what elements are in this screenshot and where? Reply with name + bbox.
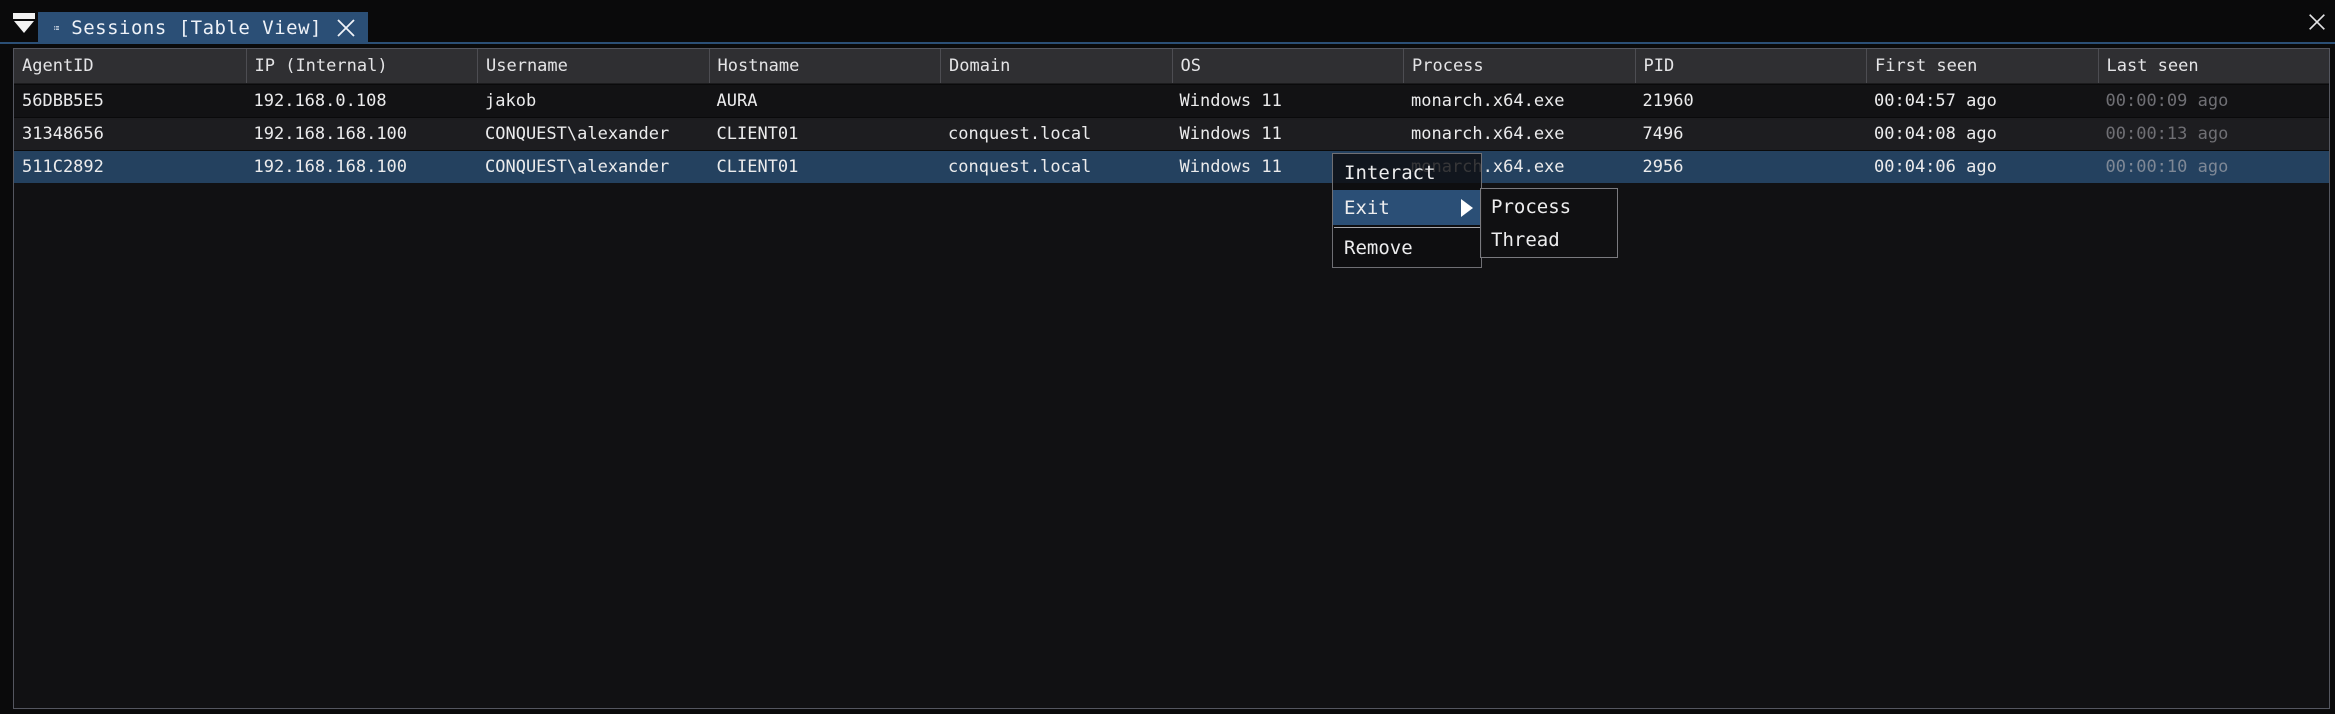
cell-pid: 2956 — [1635, 151, 1867, 183]
cell-agentid: 511C2892 — [14, 151, 246, 183]
exit-submenu: Process Thread — [1480, 188, 1618, 258]
column-header-pid[interactable]: PID — [1635, 49, 1867, 83]
cell-process: monarch.x64.exe — [1403, 85, 1635, 117]
cell-ip: 192.168.0.108 — [246, 85, 478, 117]
tab-sessions-table-view[interactable]: Sessions [Table View] — [38, 12, 368, 44]
cell-agentid: 56DBB5E5 — [14, 85, 246, 117]
cell-first-seen: 00:04:57 ago — [1866, 85, 2098, 117]
cell-os: Windows 11 — [1172, 118, 1404, 150]
menu-item-remove[interactable]: Remove — [1333, 230, 1481, 265]
context-menu: Interact Exit Remove — [1332, 153, 1482, 268]
menu-item-interact[interactable]: Interact — [1333, 155, 1481, 190]
cell-ip: 192.168.168.100 — [246, 151, 478, 183]
cell-hostname: CLIENT01 — [709, 151, 941, 183]
cell-domain — [940, 85, 1172, 117]
cell-username: CONQUEST\alexander — [477, 118, 709, 150]
column-header-os[interactable]: OS — [1172, 49, 1404, 83]
cell-ip: 192.168.168.100 — [246, 118, 478, 150]
window-close-icon[interactable] — [2306, 11, 2328, 33]
cell-last-seen: 00:00:13 ago — [2098, 118, 2330, 150]
column-header-ip[interactable]: IP (Internal) — [246, 49, 478, 83]
cell-hostname: CLIENT01 — [709, 118, 941, 150]
cell-last-seen: 00:00:10 ago — [2098, 151, 2330, 183]
app-window: Sessions [Table View] AgentID IP (Intern… — [0, 0, 2335, 714]
tab-label: Sessions [Table View] — [71, 17, 322, 39]
submenu-item-thread[interactable]: Thread — [1481, 223, 1617, 256]
cell-pid: 7496 — [1635, 118, 1867, 150]
menu-item-exit-label: Exit — [1344, 197, 1390, 219]
sessions-table-panel: AgentID IP (Internal) Username Hostname … — [13, 48, 2330, 709]
cell-agentid: 31348656 — [14, 118, 246, 150]
table-row-selected[interactable]: 511C2892 192.168.168.100 CONQUEST\alexan… — [14, 150, 2329, 183]
tab-close-icon[interactable] — [334, 16, 358, 40]
cell-domain: conquest.local — [940, 151, 1172, 183]
column-header-username[interactable]: Username — [477, 49, 709, 83]
cell-os: Windows 11 — [1172, 85, 1404, 117]
submenu-item-process[interactable]: Process — [1481, 190, 1617, 223]
cell-pid: 21960 — [1635, 85, 1867, 117]
column-header-agentid[interactable]: AgentID — [14, 49, 246, 83]
menu-separator — [1334, 227, 1480, 228]
cell-process: monarch.x64.exe — [1403, 118, 1635, 150]
table-row[interactable]: 31348656 192.168.168.100 CONQUEST\alexan… — [14, 117, 2329, 150]
column-header-first-seen[interactable]: First seen — [1866, 49, 2098, 83]
cell-username: CONQUEST\alexander — [477, 151, 709, 183]
cell-username: jakob — [477, 85, 709, 117]
menu-item-exit[interactable]: Exit — [1333, 190, 1481, 225]
table-list-icon — [54, 18, 59, 38]
column-header-last-seen[interactable]: Last seen — [2098, 49, 2330, 83]
submenu-arrow-icon — [1461, 199, 1473, 217]
column-header-hostname[interactable]: Hostname — [709, 49, 941, 83]
filter-icon[interactable] — [10, 13, 38, 39]
column-header-domain[interactable]: Domain — [940, 49, 1172, 83]
table-header-row: AgentID IP (Internal) Username Hostname … — [14, 49, 2329, 84]
cell-first-seen: 00:04:06 ago — [1866, 151, 2098, 183]
cell-domain: conquest.local — [940, 118, 1172, 150]
tab-bar: Sessions [Table View] — [0, 0, 2335, 44]
cell-last-seen: 00:00:09 ago — [2098, 85, 2330, 117]
column-header-process[interactable]: Process — [1403, 49, 1635, 83]
table-row[interactable]: 56DBB5E5 192.168.0.108 jakob AURA Window… — [14, 84, 2329, 117]
cell-hostname: AURA — [709, 85, 941, 117]
cell-first-seen: 00:04:08 ago — [1866, 118, 2098, 150]
